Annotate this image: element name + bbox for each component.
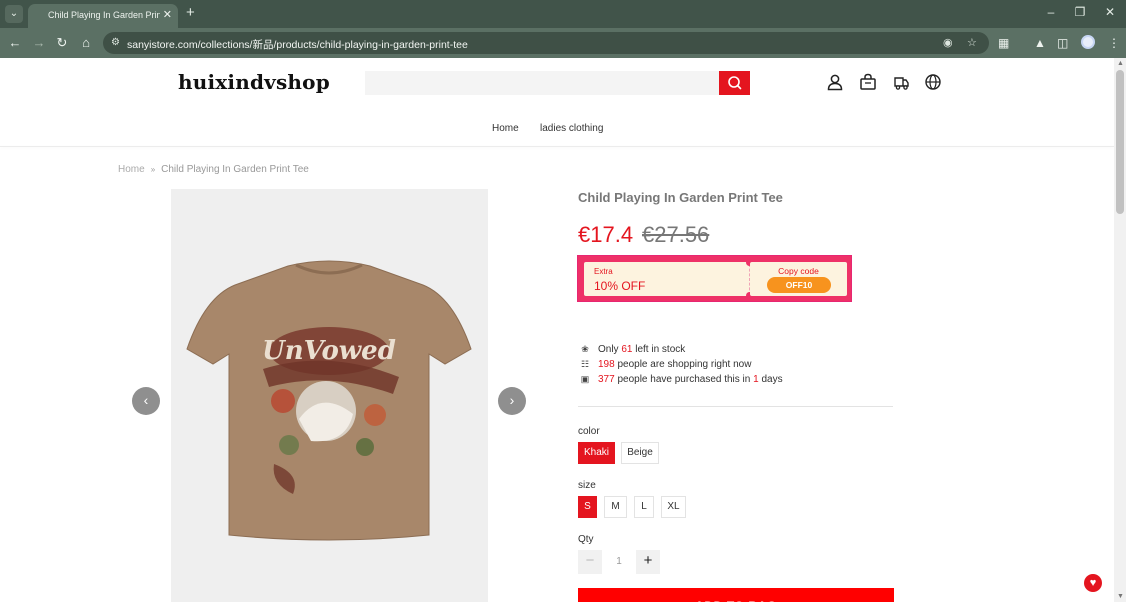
- coupon-copy-area: Copy code OFF10: [750, 262, 847, 296]
- scroll-up-icon[interactable]: ▲: [1117, 60, 1124, 67]
- tab-search-icon[interactable]: ⌄: [5, 5, 23, 23]
- restore-icon[interactable]: ❐: [1072, 5, 1088, 19]
- size-option-s[interactable]: S: [578, 496, 597, 518]
- color-label: color: [578, 426, 600, 437]
- close-window-icon[interactable]: ✕: [1102, 5, 1118, 19]
- back-icon[interactable]: ←: [7, 35, 23, 51]
- header-divider: [0, 146, 1114, 147]
- breadcrumb: Home » Child Playing In Garden Print Tee: [118, 164, 309, 175]
- shoppers-stat: ☷ 198 people are shopping right now: [578, 359, 752, 370]
- scroll-down-icon[interactable]: ▼: [1117, 593, 1124, 600]
- stock-stat: ❀ Only 61 left in stock: [578, 344, 685, 355]
- nav-home[interactable]: Home: [492, 123, 519, 134]
- plus-icon: +: [643, 552, 653, 569]
- cart-icon[interactable]: [858, 72, 878, 92]
- coupon-card: Extra 10% OFF Copy code OFF10: [577, 255, 852, 302]
- reload-icon[interactable]: ↻: [54, 35, 70, 51]
- profile-avatar[interactable]: [1081, 35, 1095, 49]
- qty-input[interactable]: 1: [606, 550, 632, 574]
- extensions-icon[interactable]: ▦: [998, 36, 1009, 50]
- minus-icon: −: [585, 552, 595, 569]
- bookmark-star-icon[interactable]: ☆: [967, 36, 977, 49]
- color-option-beige[interactable]: Beige: [621, 442, 659, 464]
- size-option-xl[interactable]: XL: [661, 496, 686, 518]
- size-option-l[interactable]: L: [634, 496, 654, 518]
- purchased-count: 377: [598, 374, 615, 385]
- browser-toolbar: ← → ↻ ⌂ ⚙ sanyistore.com/collections/新品/…: [0, 28, 1126, 58]
- scrollbar-thumb[interactable]: [1116, 70, 1124, 214]
- chevron-right-icon: ›: [509, 392, 515, 408]
- stock-icon: ❀: [581, 344, 589, 354]
- labs-icon[interactable]: ▲: [1034, 36, 1046, 50]
- search-icon: [728, 76, 742, 90]
- url-text[interactable]: sanyistore.com/collections/新品/products/c…: [127, 37, 468, 52]
- product-price: €17.4: [578, 222, 634, 247]
- side-panel-icon[interactable]: ◫: [1057, 36, 1068, 50]
- tab-title: Child Playing In Garden Print Te: [48, 10, 160, 20]
- product-image-tshirt: UnVowed: [186, 260, 472, 541]
- site-info-icon[interactable]: ⚙: [111, 37, 120, 48]
- search-input[interactable]: [365, 71, 719, 95]
- qty-decrease-button[interactable]: −: [578, 550, 602, 574]
- forward-icon[interactable]: →: [31, 35, 47, 51]
- copy-coupon-button[interactable]: OFF10: [767, 277, 831, 293]
- breadcrumb-current: Child Playing In Garden Print Tee: [161, 164, 309, 175]
- bag-icon: ▣: [580, 374, 590, 384]
- account-icon[interactable]: [825, 72, 845, 92]
- qty-label: Qty: [578, 534, 594, 545]
- qty-increase-button[interactable]: +: [636, 550, 660, 574]
- coupon-extra-label: Extra: [594, 267, 613, 276]
- eye-off-icon[interactable]: ◉: [943, 36, 953, 49]
- product-title: Child Playing In Garden Print Tee: [578, 190, 783, 205]
- purchased-stat: ▣ 377 people have purchased this in 1 day…: [578, 374, 783, 385]
- breadcrumb-home[interactable]: Home: [118, 164, 145, 175]
- home-icon[interactable]: ⌂: [78, 35, 94, 51]
- breadcrumb-separator: »: [150, 165, 156, 174]
- browser-tabbar: ⌄ Child Playing In Garden Print Te ✕ + –…: [0, 0, 1126, 28]
- page-viewport: huixindvshop Home ladies clothing Home » C…: [0, 58, 1114, 602]
- gallery-next-button[interactable]: ›: [498, 387, 526, 415]
- coupon-discount: Extra 10% OFF: [584, 262, 750, 296]
- new-tab-icon[interactable]: +: [186, 4, 195, 21]
- add-to-bag-button[interactable]: ADD TO BAG: [578, 588, 894, 602]
- address-bar[interactable]: ⚙ sanyistore.com/collections/新品/products…: [103, 32, 989, 54]
- size-option-m[interactable]: M: [604, 496, 627, 518]
- search-button[interactable]: [719, 71, 750, 95]
- page-scrollbar[interactable]: ▲ ▼: [1114, 58, 1126, 602]
- compare-at-price: €27.56: [642, 222, 710, 247]
- shoppers-icon: ☷: [580, 359, 590, 369]
- size-label: size: [578, 480, 596, 491]
- site-logo[interactable]: huixindvshop: [178, 70, 330, 94]
- shipping-icon[interactable]: [891, 72, 911, 92]
- nav-ladies-clothing[interactable]: ladies clothing: [540, 123, 603, 134]
- shoppers-count: 198: [598, 359, 615, 370]
- more-menu-icon[interactable]: ⋮: [1108, 36, 1120, 50]
- gallery-prev-button[interactable]: ‹: [132, 387, 160, 415]
- coupon-extra-value: 10% OFF: [594, 279, 646, 293]
- chevron-left-icon: ‹: [143, 392, 149, 408]
- close-tab-icon[interactable]: ✕: [163, 8, 172, 21]
- copy-code-label: Copy code: [778, 266, 819, 276]
- stock-count: 61: [621, 344, 633, 355]
- product-image-gallery[interactable]: UnVowed: [171, 189, 488, 602]
- minimize-icon[interactable]: –: [1043, 5, 1059, 19]
- gift-icon[interactable]: ♥: [1084, 574, 1102, 592]
- browser-tab[interactable]: Child Playing In Garden Print Te ✕: [28, 4, 178, 28]
- info-divider: [578, 406, 893, 407]
- language-icon[interactable]: [923, 72, 943, 92]
- color-option-khaki[interactable]: Khaki: [578, 442, 615, 464]
